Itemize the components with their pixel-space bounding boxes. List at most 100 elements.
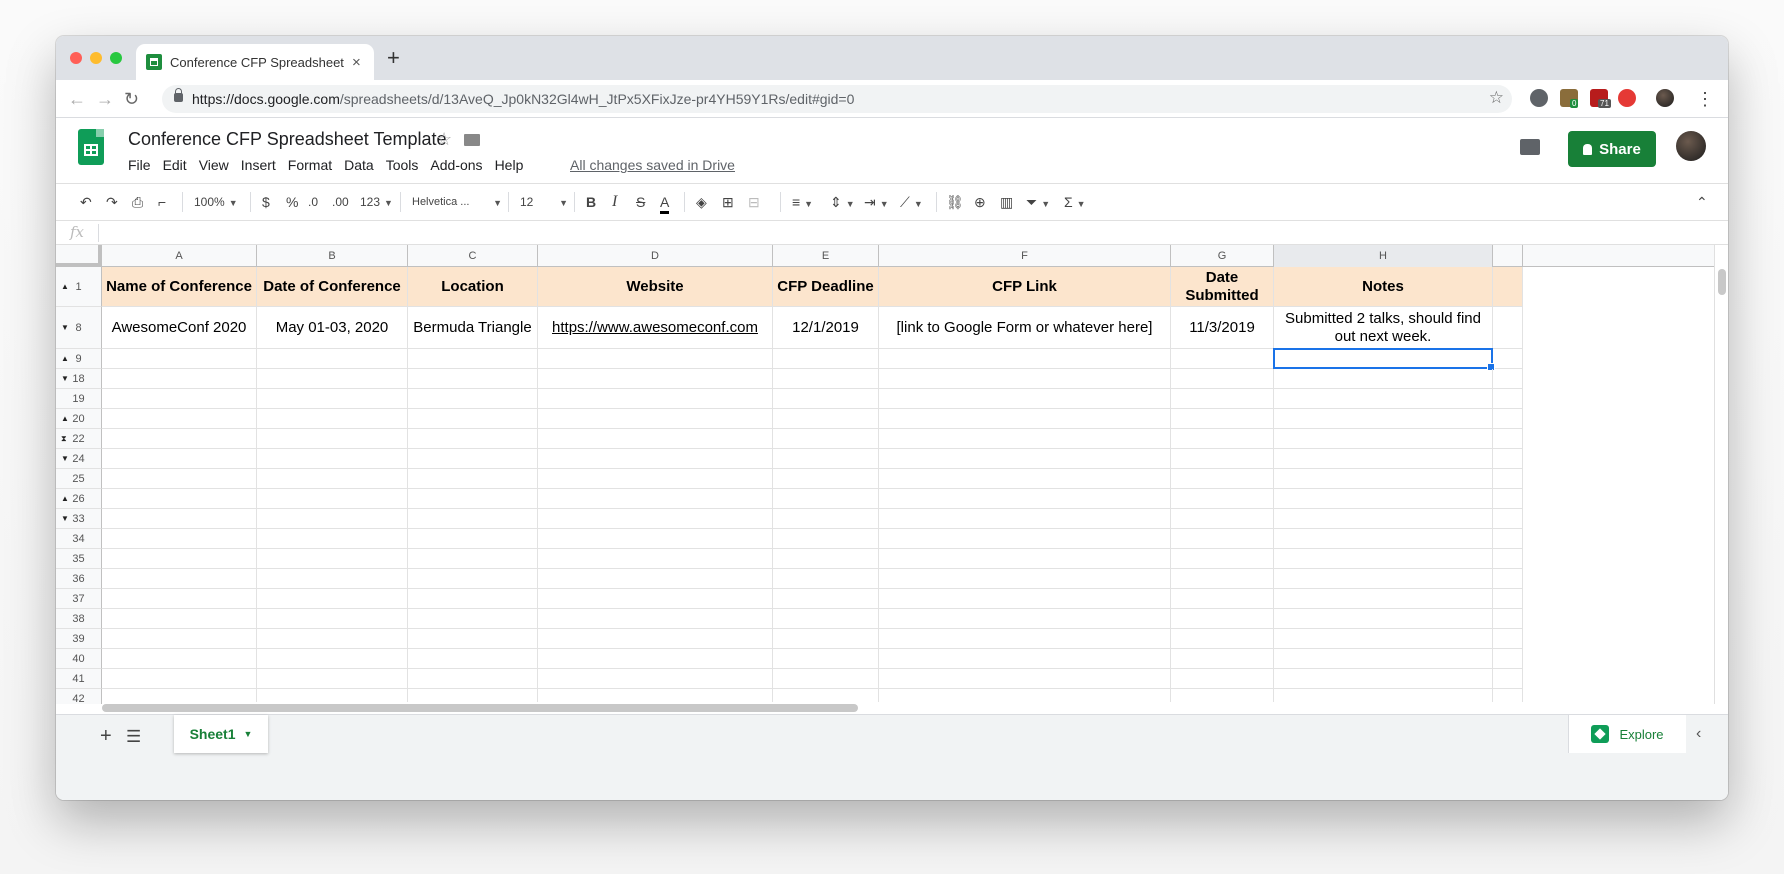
row-header[interactable]: 19	[56, 389, 102, 409]
cell-g22[interactable]	[1171, 429, 1274, 449]
cell-b37[interactable]	[257, 589, 408, 609]
cell-g9[interactable]	[1171, 349, 1274, 369]
cell-overflow[interactable]	[1493, 389, 1523, 409]
cell-b22[interactable]	[257, 429, 408, 449]
row-header[interactable]: 41	[56, 669, 102, 689]
menu-format[interactable]: Format	[288, 157, 332, 173]
cell-c34[interactable]	[408, 529, 538, 549]
cell-f26[interactable]	[879, 489, 1171, 509]
cell-g38[interactable]	[1171, 609, 1274, 629]
close-window-button[interactable]	[70, 52, 82, 64]
cell-b33[interactable]	[257, 509, 408, 529]
vertical-scrollbar[interactable]	[1714, 245, 1728, 704]
row-header[interactable]: ▲ 26	[56, 489, 102, 509]
cell-h9[interactable]	[1274, 349, 1493, 369]
cell-e34[interactable]	[773, 529, 879, 549]
column-header-e[interactable]: E	[773, 245, 879, 267]
cell-f9[interactable]	[879, 349, 1171, 369]
document-title[interactable]: Conference CFP Spreadsheet Template	[128, 129, 447, 150]
row-header[interactable]: 34	[56, 529, 102, 549]
cell-g26[interactable]	[1171, 489, 1274, 509]
cell-c20[interactable]	[408, 409, 538, 429]
cell-c25[interactable]	[408, 469, 538, 489]
horizontal-scrollbar[interactable]	[102, 702, 1714, 714]
cell-b1[interactable]: Date of Conference	[257, 267, 408, 307]
insert-link-icon[interactable]: ⛓	[946, 193, 964, 211]
cell-f36[interactable]	[879, 569, 1171, 589]
browser-tab[interactable]: Conference CFP Spreadsheet T ×	[136, 44, 374, 80]
cell-overflow[interactable]	[1493, 529, 1523, 549]
hidden-rows-toggle-icon[interactable]: ▼	[61, 323, 69, 332]
cell-overflow[interactable]	[1493, 409, 1523, 429]
row-header[interactable]: ▲ 20	[56, 409, 102, 429]
font-size-select[interactable]: 12 ▼	[520, 193, 568, 211]
cell-d24[interactable]	[538, 449, 773, 469]
font-family-select[interactable]: Helvetica ... ▼	[412, 193, 502, 211]
cell-h41[interactable]	[1274, 669, 1493, 689]
cell-d8[interactable]: https://www.awesomeconf.com	[538, 307, 773, 349]
cell-d37[interactable]	[538, 589, 773, 609]
cell-f18[interactable]	[879, 369, 1171, 389]
cell-f34[interactable]	[879, 529, 1171, 549]
cell-h22[interactable]	[1274, 429, 1493, 449]
cell-a9[interactable]	[102, 349, 257, 369]
row-header[interactable]: ▲ 1	[56, 267, 102, 307]
cell-b25[interactable]	[257, 469, 408, 489]
column-header-c[interactable]: C	[408, 245, 538, 267]
cell-a34[interactable]	[102, 529, 257, 549]
cell-c39[interactable]	[408, 629, 538, 649]
account-avatar[interactable]	[1676, 131, 1706, 161]
cell-f20[interactable]	[879, 409, 1171, 429]
hidden-rows-toggle-icon[interactable]: ▲	[61, 354, 69, 363]
redo-icon[interactable]: ↷	[106, 193, 118, 211]
sheets-logo-icon[interactable]	[78, 129, 104, 165]
cell-h34[interactable]	[1274, 529, 1493, 549]
cell-overflow[interactable]	[1493, 349, 1523, 369]
row-header[interactable]: ▼ 18	[56, 369, 102, 389]
cell-overflow[interactable]	[1493, 649, 1523, 669]
cell-b36[interactable]	[257, 569, 408, 589]
hidden-rows-toggle-icon[interactable]: ⧗	[61, 434, 67, 444]
cell-d22[interactable]	[538, 429, 773, 449]
hidden-rows-toggle-icon[interactable]: ▲	[61, 494, 69, 503]
cell-a22[interactable]	[102, 429, 257, 449]
cell-f8[interactable]: [link to Google Form or whatever here]	[879, 307, 1171, 349]
cell-h39[interactable]	[1274, 629, 1493, 649]
new-tab-button[interactable]: +	[387, 47, 400, 69]
percent-format-button[interactable]: %	[286, 193, 298, 211]
hidden-rows-toggle-icon[interactable]: ▲	[61, 414, 69, 423]
bookmark-star-icon[interactable]: ☆	[1489, 88, 1504, 108]
cell-e18[interactable]	[773, 369, 879, 389]
cell-c1[interactable]: Location	[408, 267, 538, 307]
cell-g18[interactable]	[1171, 369, 1274, 389]
share-button[interactable]: Share	[1568, 131, 1656, 167]
cell-b9[interactable]	[257, 349, 408, 369]
menu-tools[interactable]: Tools	[386, 157, 419, 173]
horizontal-scroll-thumb[interactable]	[102, 704, 858, 712]
cell-overflow[interactable]	[1493, 609, 1523, 629]
cell-h36[interactable]	[1274, 569, 1493, 589]
cell-f25[interactable]	[879, 469, 1171, 489]
cell-f41[interactable]	[879, 669, 1171, 689]
row-header[interactable]: 39	[56, 629, 102, 649]
cell-c19[interactable]	[408, 389, 538, 409]
cell-e38[interactable]	[773, 609, 879, 629]
text-color-button[interactable]: A	[660, 193, 670, 214]
cell-b39[interactable]	[257, 629, 408, 649]
folder-icon[interactable]	[464, 134, 480, 146]
cell-a25[interactable]	[102, 469, 257, 489]
increase-decimal-button[interactable]: .00	[332, 193, 349, 211]
cell-a38[interactable]	[102, 609, 257, 629]
cell-e20[interactable]	[773, 409, 879, 429]
collapse-toolbar-icon[interactable]: ⌃	[1696, 193, 1708, 211]
cell-f33[interactable]	[879, 509, 1171, 529]
cell-h8[interactable]: Submitted 2 talks, should find out next …	[1274, 307, 1493, 349]
sheet-tab-sheet1[interactable]: Sheet1 ▼	[174, 715, 268, 753]
cell-h20[interactable]	[1274, 409, 1493, 429]
cell-h26[interactable]	[1274, 489, 1493, 509]
reload-icon[interactable]: ↻	[124, 88, 139, 110]
row-header[interactable]: 42	[56, 689, 102, 704]
cell-h35[interactable]	[1274, 549, 1493, 569]
cell-e22[interactable]	[773, 429, 879, 449]
cell-d34[interactable]	[538, 529, 773, 549]
